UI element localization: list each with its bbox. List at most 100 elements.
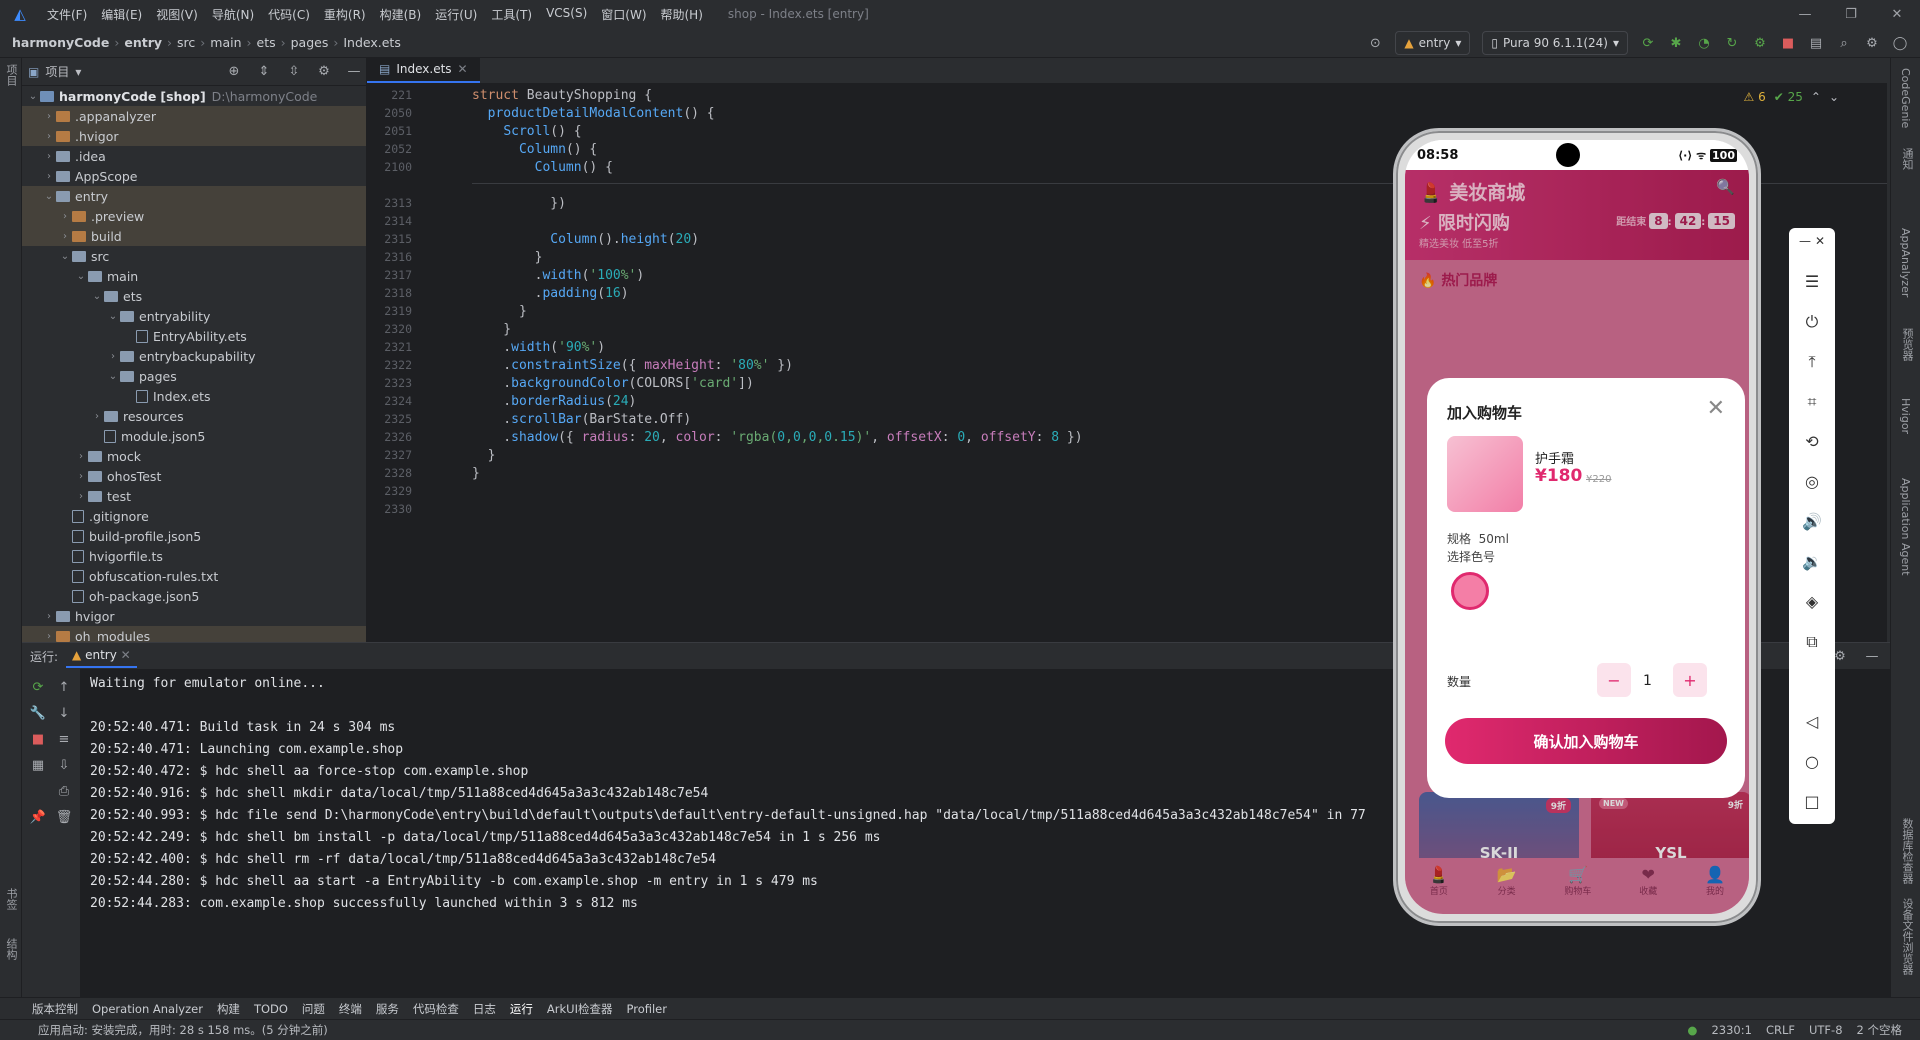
tree-item[interactable]: › hvigor: [22, 606, 366, 626]
chevron-down-icon[interactable]: ⌄: [106, 311, 120, 322]
tool-window-button[interactable]: 构建: [217, 1001, 240, 1017]
profile-icon[interactable]: ◔: [1692, 31, 1716, 55]
close-icon[interactable]: ✕: [1789, 234, 1835, 248]
tree-item[interactable]: › ohosTest: [22, 466, 366, 486]
breadcrumb-item[interactable]: entry: [124, 35, 162, 50]
structure-tool-tab[interactable]: 结构: [3, 938, 19, 960]
tool-window-button[interactable]: 代码检查: [413, 1001, 459, 1017]
tree-item[interactable]: EntryAbility.ets: [22, 326, 366, 346]
device-screen[interactable]: 08:58 ⟨·⟩ ᯤ 100 💄 美妆商城 🔍 ⚡ 限时闪购 距结束 8:42:1…: [1405, 140, 1749, 914]
collapse-all-icon[interactable]: ⇳: [282, 60, 306, 84]
close-tab-icon[interactable]: ✕: [121, 648, 131, 662]
hide-panel-icon[interactable]: —: [1860, 644, 1884, 668]
tree-item[interactable]: › mock: [22, 446, 366, 466]
device-manager-icon[interactable]: ▤: [1804, 31, 1828, 55]
chevron-down-icon[interactable]: ▾: [75, 65, 81, 79]
menu-item[interactable]: VCS(S): [539, 6, 594, 23]
scroll-down-icon[interactable]: ↓: [52, 701, 76, 725]
breadcrumb-item[interactable]: harmonyCode: [12, 35, 109, 50]
chevron-up-icon[interactable]: ⌃: [1811, 90, 1821, 104]
breadcrumb-item[interactable]: src: [177, 35, 195, 50]
target-icon[interactable]: ⊙: [1363, 31, 1387, 55]
status-icon[interactable]: ●: [1687, 1023, 1697, 1037]
attach-debugger-icon[interactable]: ⚙: [1748, 31, 1772, 55]
menu-item[interactable]: 帮助(H): [654, 6, 710, 23]
locate-icon[interactable]: ⊕: [222, 60, 246, 84]
tree-item[interactable]: › AppScope: [22, 166, 366, 186]
print-icon[interactable]: ⎙: [52, 779, 76, 803]
tool-window-button[interactable]: 版本控制: [32, 1001, 78, 1017]
tool-window-button[interactable]: Profiler: [627, 1002, 668, 1016]
rerun-icon[interactable]: ⟳: [1636, 31, 1660, 55]
bookmarks-tool-tab[interactable]: 书签: [3, 888, 19, 910]
menu-item[interactable]: 构建(B): [373, 6, 429, 23]
tool-window-button[interactable]: Operation Analyzer: [92, 1002, 203, 1016]
chevron-down-icon[interactable]: ⌄: [1829, 90, 1839, 104]
chevron-right-icon[interactable]: ›: [42, 171, 56, 182]
project-panel-title[interactable]: 项目: [45, 63, 69, 80]
home-icon[interactable]: ○: [1789, 752, 1835, 771]
layout-icon[interactable]: ▦: [26, 753, 50, 777]
screenshot-icon[interactable]: ◎: [1789, 472, 1835, 491]
menu-item[interactable]: 窗口(W): [594, 6, 653, 23]
tree-item[interactable]: ⌄ pages: [22, 366, 366, 386]
chevron-right-icon[interactable]: ›: [74, 471, 88, 482]
scroll-end-icon[interactable]: ⇩: [52, 753, 76, 777]
menu-item[interactable]: 代码(C): [261, 6, 317, 23]
inspection-widget[interactable]: ⚠ 6 ✔ 25 ⌃ ⌄: [1744, 90, 1840, 104]
debug-icon[interactable]: ✱: [1664, 31, 1688, 55]
maximize-icon[interactable]: ❐: [1828, 0, 1874, 28]
scroll-up-icon[interactable]: ↑: [52, 675, 76, 699]
tree-item[interactable]: .gitignore: [22, 506, 366, 526]
caret-position[interactable]: 2330:1: [1711, 1023, 1751, 1037]
tree-item[interactable]: Index.ets: [22, 386, 366, 406]
chevron-right-icon[interactable]: ›: [74, 491, 88, 502]
more-icon[interactable]: ⧉: [1789, 632, 1835, 652]
hide-panel-icon[interactable]: —: [342, 60, 366, 84]
menu-icon[interactable]: ☰: [1789, 272, 1835, 291]
tree-item[interactable]: › test: [22, 486, 366, 506]
wrench-icon[interactable]: 🔧: [26, 701, 50, 725]
chevron-down-icon[interactable]: ⌄: [42, 191, 56, 202]
chevron-right-icon[interactable]: ›: [106, 351, 120, 362]
rotate-top-icon[interactable]: ⤒: [1789, 352, 1835, 372]
tree-item[interactable]: › .hvigor: [22, 126, 366, 146]
device-select[interactable]: ▯ Pura 90 6.1.1(24) ▾: [1482, 31, 1628, 55]
tree-item[interactable]: › .appanalyzer: [22, 106, 366, 126]
chevron-right-icon[interactable]: ›: [42, 151, 56, 162]
breadcrumb-item[interactable]: ets: [257, 35, 276, 50]
tree-item[interactable]: hvigorfile.ts: [22, 546, 366, 566]
right-tool-tab[interactable]: AppAnalyzer: [1899, 228, 1912, 297]
right-tool-tab[interactable]: 预览器: [1899, 328, 1915, 361]
chevron-down-icon[interactable]: ⌄: [106, 371, 120, 382]
settings-icon[interactable]: ⚙: [1860, 31, 1884, 55]
tree-item[interactable]: module.json5: [22, 426, 366, 446]
volume-down-icon[interactable]: 🔉: [1789, 552, 1835, 571]
search-icon[interactable]: ⌕: [1832, 31, 1856, 55]
chevron-right-icon[interactable]: ›: [42, 131, 56, 142]
volume-up-icon[interactable]: 🔊: [1789, 512, 1835, 531]
tree-item[interactable]: ⌄ ets: [22, 286, 366, 306]
tree-item[interactable]: › build: [22, 226, 366, 246]
menu-item[interactable]: 文件(F): [40, 6, 94, 23]
close-window-icon[interactable]: ✕: [1874, 0, 1920, 28]
minimize-icon[interactable]: —: [1782, 0, 1828, 28]
back-icon[interactable]: ◁: [1789, 712, 1835, 731]
tool-window-button[interactable]: TODO: [254, 1002, 288, 1016]
tab-index-ets[interactable]: ▤ Index.ets ✕: [367, 57, 480, 83]
fold-icon[interactable]: ◈: [1789, 592, 1835, 611]
project-tool-tab[interactable]: 项目: [3, 64, 19, 86]
tree-item[interactable]: ⌄ src: [22, 246, 366, 266]
breadcrumb-item[interactable]: Index.ets: [343, 35, 401, 50]
menu-item[interactable]: 导航(N): [205, 6, 261, 23]
chevron-down-icon[interactable]: ⌄: [74, 271, 88, 282]
right-tool-tab[interactable]: Hvigor: [1899, 398, 1912, 434]
chevron-down-icon[interactable]: ⌄: [90, 291, 104, 302]
tree-item[interactable]: obfuscation-rules.txt: [22, 566, 366, 586]
indent[interactable]: 2 个空格: [1857, 1022, 1902, 1038]
status-message[interactable]: 应用启动: 安装完成，用时: 28 s 158 ms。(5 分钟之前): [38, 1022, 328, 1038]
confirm-add-button[interactable]: 确认加入购物车: [1445, 718, 1727, 764]
chevron-right-icon[interactable]: ›: [58, 211, 72, 222]
tool-window-button[interactable]: 服务: [376, 1001, 399, 1017]
power-icon[interactable]: ⏻: [1789, 312, 1835, 332]
